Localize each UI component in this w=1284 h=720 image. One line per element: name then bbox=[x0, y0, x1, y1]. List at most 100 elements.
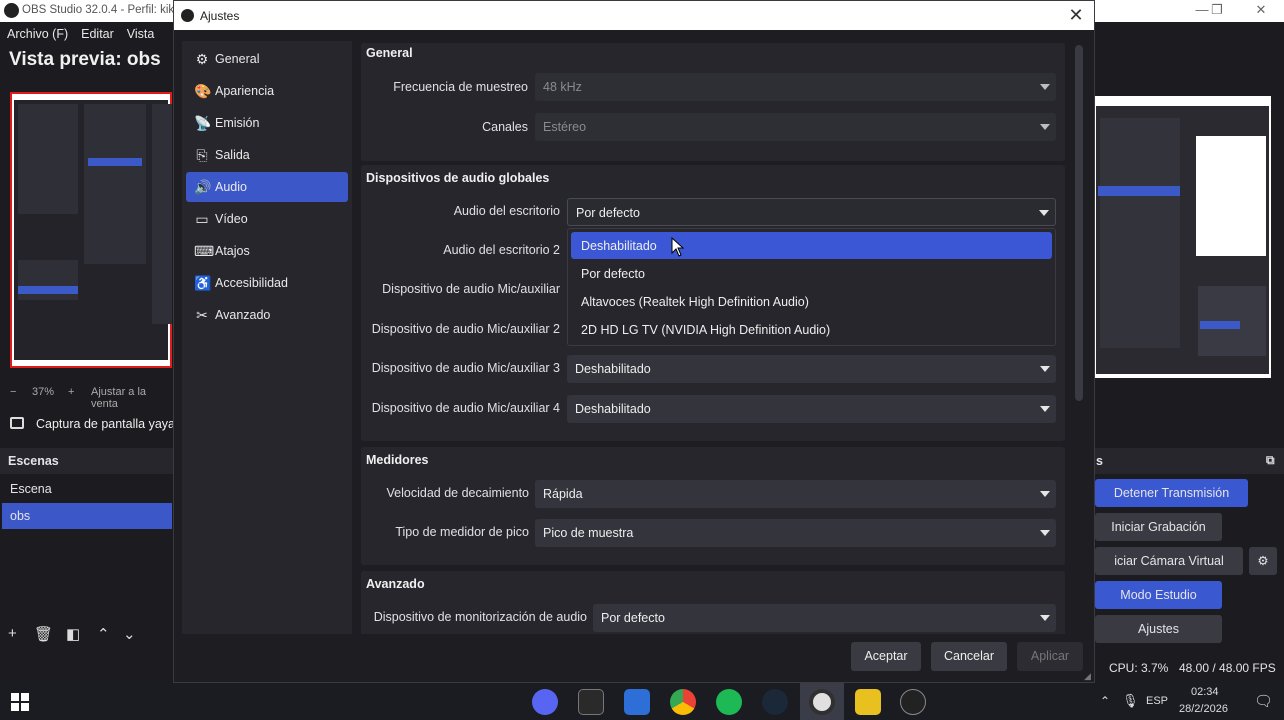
menu-archivo[interactable]: Archivo (F) bbox=[0, 22, 74, 41]
clock-time[interactable]: 02:34 bbox=[1191, 686, 1219, 698]
settings-sidebar: ⚙ General 🎨 Apariencia 📡 Emisión ⎘ Salid… bbox=[182, 41, 352, 634]
scene-item-active[interactable]: obs bbox=[2, 503, 172, 529]
monitoring-device-select[interactable]: Por defecto bbox=[593, 604, 1056, 632]
chevron-up-icon[interactable]: ⌃ bbox=[1100, 694, 1110, 708]
obs-window-title: OBS Studio 32.0.4 - Perfil: kikc bbox=[22, 4, 180, 16]
peak-meter-select[interactable]: Pico de muestra bbox=[535, 519, 1056, 547]
right-preview-content bbox=[1096, 106, 1269, 374]
dialog-titlebar: Ajustes ✕ bbox=[174, 1, 1094, 30]
delete-scene-icon[interactable]: 🗑 bbox=[34, 625, 53, 643]
mouse-cursor-icon bbox=[671, 237, 685, 257]
scene-item[interactable]: Escena bbox=[2, 476, 172, 502]
sidebar-item-salida[interactable]: ⎘ Salida bbox=[186, 140, 348, 170]
sidebar-item-emision[interactable]: 📡 Emisión bbox=[186, 108, 348, 138]
menu-editar[interactable]: Editar bbox=[74, 22, 120, 41]
virtual-camera-settings-icon[interactable]: ⚙ bbox=[1249, 547, 1277, 575]
sidebar-item-label: Emisión bbox=[215, 116, 260, 130]
source-name: Captura de pantalla yaya bbox=[36, 417, 175, 431]
satellite-icon[interactable] bbox=[900, 689, 926, 715]
scene-label: obs bbox=[10, 509, 31, 523]
cancel-button[interactable]: Cancelar bbox=[931, 642, 1007, 671]
move-up-icon[interactable]: ⌃ bbox=[97, 625, 110, 643]
sample-rate-value: 48 kHz bbox=[543, 80, 582, 94]
source-item[interactable]: Captura de pantalla yaya bbox=[0, 410, 175, 438]
zoom-out-button[interactable]: − bbox=[10, 386, 16, 398]
sidebar-item-avanzado[interactable]: ✂ Avanzado bbox=[186, 300, 348, 330]
microphone-icon[interactable]: 🎙 bbox=[1122, 693, 1139, 709]
decay-rate-value: Rápida bbox=[543, 487, 583, 501]
notifications-icon[interactable]: 🗨 bbox=[1254, 692, 1273, 710]
option-label: Altavoces (Realtek High Definition Audio… bbox=[581, 295, 809, 309]
desktop-audio-select[interactable]: Por defecto bbox=[567, 198, 1056, 226]
channels-value: Estéreo bbox=[543, 120, 587, 134]
settings-button[interactable]: Ajustes bbox=[1095, 615, 1222, 643]
resize-grip-icon[interactable]: ◢ bbox=[1084, 671, 1091, 682]
spotify-icon[interactable] bbox=[716, 689, 742, 715]
dropdown-option-altavoces[interactable]: Altavoces (Realtek High Definition Audio… bbox=[571, 288, 1052, 315]
output-icon: ⎘ bbox=[196, 147, 208, 163]
steam-icon[interactable] bbox=[762, 689, 788, 715]
controls-header: s ⧉ bbox=[1094, 448, 1284, 474]
restore-icon[interactable]: ❐ bbox=[1203, 2, 1231, 18]
cpu-usage: CPU: 3.7% bbox=[1109, 661, 1169, 675]
apply-button[interactable]: Aplicar bbox=[1017, 642, 1083, 671]
sidebar-item-atajos[interactable]: ⌨ Atajos bbox=[186, 236, 348, 266]
filter-icon[interactable]: ◧ bbox=[66, 625, 80, 643]
epic-games-icon[interactable] bbox=[578, 689, 604, 715]
store-icon[interactable] bbox=[624, 689, 650, 715]
studio-mode-button[interactable]: Modo Estudio bbox=[1095, 581, 1222, 609]
mic-aux-4-select[interactable]: Deshabilitado bbox=[567, 395, 1056, 423]
sidebar-item-apariencia[interactable]: 🎨 Apariencia bbox=[186, 76, 348, 106]
sidebar-item-label: Vídeo bbox=[215, 212, 248, 226]
channels-label: Canales bbox=[482, 120, 528, 134]
start-recording-button[interactable]: Iniciar Grabación bbox=[1095, 513, 1222, 541]
dropdown-option-lg-tv[interactable]: 2D HD LG TV (NVIDIA High Definition Audi… bbox=[571, 316, 1052, 343]
chevron-down-icon bbox=[1040, 84, 1050, 90]
mic-aux-3-value: Deshabilitado bbox=[575, 362, 651, 376]
mic-aux-3-label: Dispositivo de audio Mic/auxiliar 3 bbox=[371, 361, 560, 375]
discord-icon[interactable] bbox=[532, 689, 558, 715]
add-scene-icon[interactable]: + bbox=[8, 625, 17, 642]
monitor-icon bbox=[10, 417, 24, 429]
ok-button[interactable]: Aceptar bbox=[851, 642, 921, 671]
menu-vista[interactable]: Vista bbox=[120, 22, 161, 41]
zoom-in-button[interactable]: + bbox=[68, 386, 74, 398]
sample-rate-select[interactable]: 48 kHz bbox=[535, 73, 1056, 101]
window-close-icon[interactable]: ✕ bbox=[1247, 2, 1275, 18]
settings-scrollbar[interactable] bbox=[1075, 45, 1083, 401]
clock-date[interactable]: 28/2/2026 bbox=[1179, 703, 1228, 715]
decay-rate-select[interactable]: Rápida bbox=[535, 480, 1056, 508]
peak-meter-value: Pico de muestra bbox=[543, 526, 634, 540]
zoom-fit-button[interactable]: Ajustar a la venta bbox=[91, 386, 175, 410]
accessibility-icon: ♿ bbox=[194, 275, 212, 291]
tools-icon: ✂ bbox=[196, 307, 208, 323]
obs-taskbar-button[interactable] bbox=[800, 683, 844, 720]
undock-icon[interactable]: ⧉ bbox=[1266, 453, 1275, 468]
chrome-icon[interactable] bbox=[670, 689, 696, 715]
desktop-audio-dropdown-list: Deshabilitado Por defecto Altavoces (Rea… bbox=[567, 228, 1056, 346]
section-title: Medidores bbox=[366, 453, 429, 467]
chevron-down-icon bbox=[1040, 530, 1050, 536]
close-icon[interactable]: ✕ bbox=[1066, 5, 1086, 26]
palette-icon: 🎨 bbox=[194, 83, 212, 99]
mic-aux-3-select[interactable]: Deshabilitado bbox=[567, 355, 1056, 383]
kick-icon[interactable] bbox=[855, 689, 881, 715]
dialog-title: Ajustes bbox=[200, 9, 240, 23]
channels-select[interactable]: Estéreo bbox=[535, 113, 1056, 141]
virtual-camera-button[interactable]: iciar Cámara Virtual bbox=[1095, 547, 1243, 575]
language-indicator[interactable]: ESP bbox=[1146, 695, 1168, 707]
sidebar-item-video[interactable]: ▭ Vídeo bbox=[186, 204, 348, 234]
sidebar-item-general[interactable]: ⚙ General bbox=[186, 44, 348, 74]
meters-section: Medidores Velocidad de decaimiento Rápid… bbox=[361, 447, 1065, 565]
dropdown-option-deshabilitado[interactable]: Deshabilitado bbox=[571, 232, 1052, 259]
sidebar-item-audio[interactable]: 🔊 Audio bbox=[186, 172, 348, 202]
stop-stream-button[interactable]: Detener Transmisión bbox=[1095, 479, 1248, 507]
dropdown-option-por-defecto[interactable]: Por defecto bbox=[571, 260, 1052, 287]
sidebar-item-accesibilidad[interactable]: ♿ Accesibilidad bbox=[186, 268, 348, 298]
chevron-down-icon bbox=[1040, 615, 1050, 621]
move-down-icon[interactable]: ⌄ bbox=[123, 625, 136, 643]
preview-canvas[interactable] bbox=[10, 92, 172, 368]
windows-icon[interactable] bbox=[10, 692, 30, 712]
scene-toolbar: + 🗑 ◧ ⌃ ⌄ bbox=[0, 622, 175, 648]
antenna-icon: 📡 bbox=[194, 115, 212, 131]
